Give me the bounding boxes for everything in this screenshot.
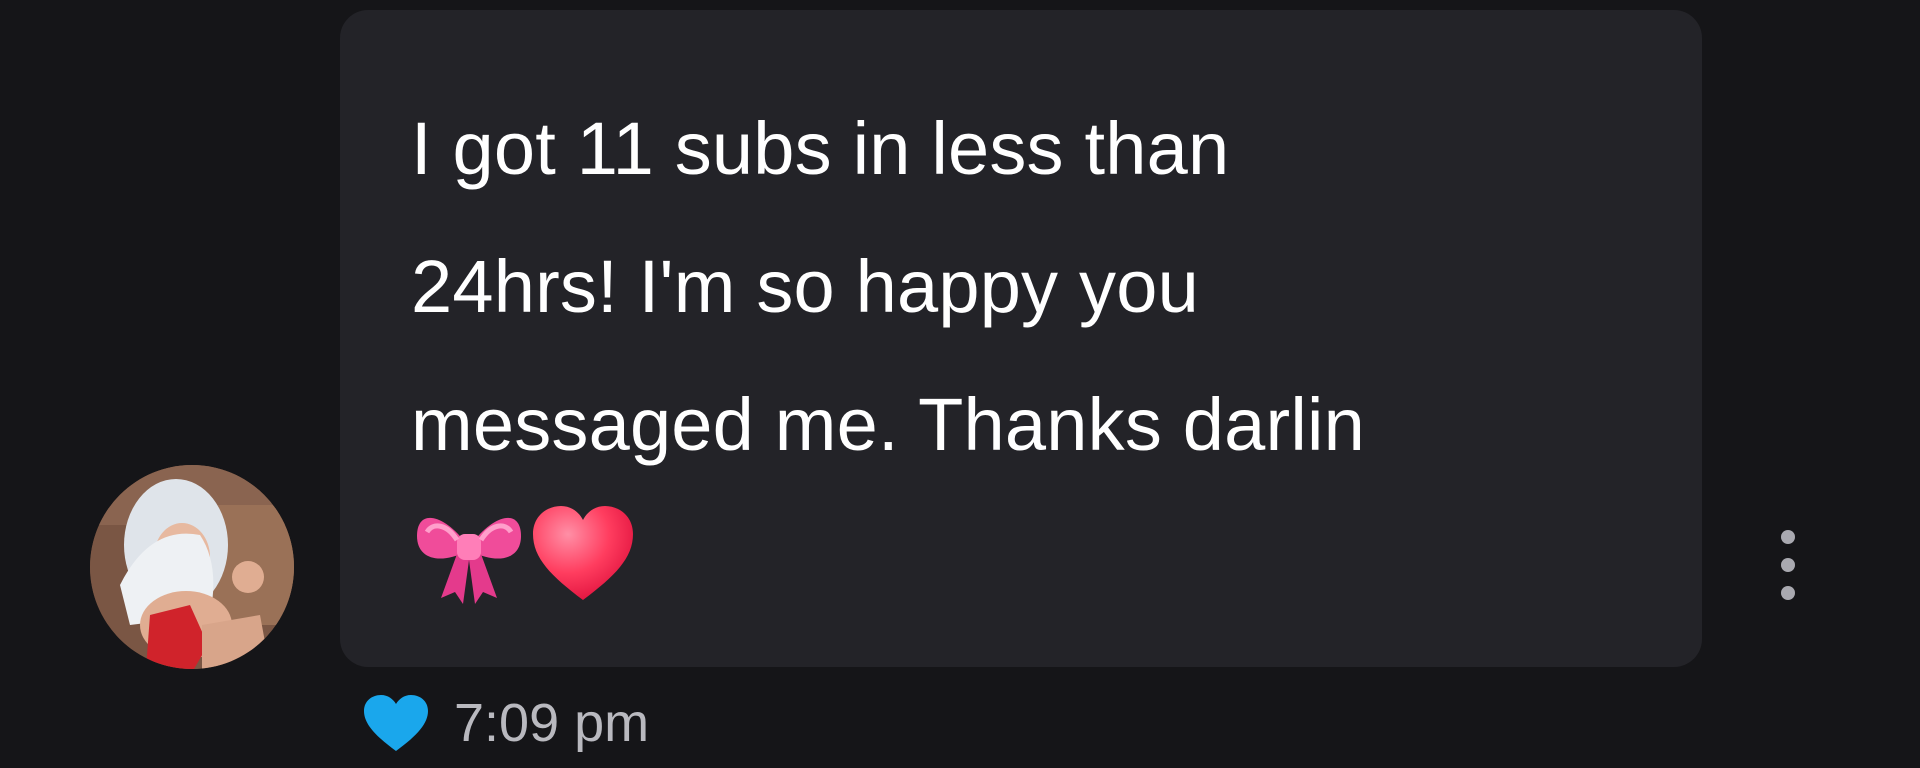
message-bubble[interactable]: I got 11 subs in less than 24hrs! I'm so… — [340, 10, 1702, 667]
avatar-image — [90, 465, 294, 669]
message-emojis — [411, 502, 1662, 606]
message-meta: 7:09 pm — [362, 693, 649, 753]
heart-icon[interactable] — [362, 693, 430, 753]
message-text: I got 11 subs in less than 24hrs! I'm so… — [411, 107, 1365, 466]
sender-avatar[interactable] — [90, 465, 294, 669]
more-vertical-icon — [1781, 530, 1795, 544]
message-timestamp: 7:09 pm — [454, 693, 650, 753]
more-options-button[interactable] — [1773, 530, 1803, 600]
heart-emoji — [533, 506, 633, 600]
chat-screen: I got 11 subs in less than 24hrs! I'm so… — [0, 0, 1920, 768]
ribbon-emoji — [417, 517, 521, 604]
